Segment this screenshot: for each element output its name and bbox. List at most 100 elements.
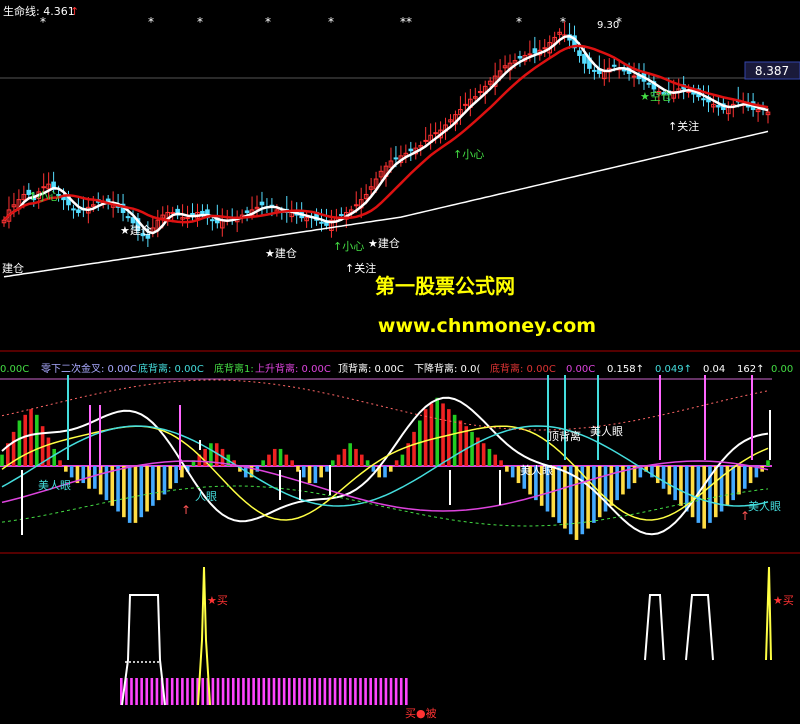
macd-annotation: 美人眼 bbox=[590, 425, 623, 438]
macd-bar bbox=[365, 460, 370, 466]
macd-legend-item: 162↑ bbox=[737, 364, 764, 375]
signal-bar bbox=[333, 678, 337, 705]
candle-body bbox=[41, 186, 46, 189]
signal-bar bbox=[221, 678, 225, 705]
macd-bar bbox=[667, 466, 672, 495]
signal-bar bbox=[170, 678, 174, 705]
signal-bar bbox=[277, 678, 281, 705]
signal-bar bbox=[231, 678, 235, 705]
signal-bar bbox=[389, 678, 393, 705]
signal-bar bbox=[349, 678, 352, 705]
signal-bar bbox=[257, 678, 261, 705]
signal-bar bbox=[145, 678, 149, 705]
signal-bar bbox=[374, 678, 378, 705]
signal-bar bbox=[354, 678, 357, 705]
signal-bar bbox=[140, 678, 143, 705]
signal-bar bbox=[150, 678, 154, 705]
macd-bar bbox=[272, 448, 277, 466]
macd-bar bbox=[493, 454, 498, 466]
macd-bar bbox=[557, 466, 561, 523]
macd-bar bbox=[586, 466, 590, 529]
macd-bar bbox=[371, 466, 376, 472]
macd-bar bbox=[394, 460, 399, 466]
macd-bar bbox=[499, 460, 503, 466]
signal-bar bbox=[211, 678, 215, 705]
macd-bar bbox=[447, 409, 451, 466]
signal-step-line bbox=[644, 594, 665, 661]
macd-bar bbox=[400, 454, 405, 466]
macd-bar bbox=[325, 466, 329, 472]
candle-body bbox=[259, 201, 265, 206]
candle-body bbox=[339, 214, 344, 217]
candle-body bbox=[716, 104, 721, 108]
candle-body bbox=[244, 210, 250, 213]
macd-bar bbox=[766, 460, 770, 466]
macd-bar bbox=[615, 466, 619, 501]
signal-bar bbox=[175, 678, 179, 705]
candle-body bbox=[408, 148, 414, 152]
star-mark: * bbox=[328, 15, 334, 29]
signal-lines bbox=[121, 566, 772, 706]
candle-body bbox=[582, 53, 587, 64]
macd-legend-item: 下降背离: 0.0( bbox=[414, 362, 480, 375]
signal-bar bbox=[165, 678, 169, 705]
signal-bar bbox=[318, 678, 322, 705]
macd-bar bbox=[487, 448, 492, 466]
macd-bar bbox=[359, 454, 364, 466]
stock-chart: 建仓↑小心★建仓★建仓↑关注★建仓↑小心↑小心★空仓↑关注 ↑ ↑ 美人眼美人眼顶… bbox=[0, 4, 800, 720]
star-mark: * bbox=[197, 15, 203, 29]
macd-legend-item: 0.158↑ bbox=[607, 364, 644, 375]
macd-bar bbox=[29, 409, 33, 466]
macd-bar bbox=[52, 448, 57, 466]
indicator-label: 生命线: 4.361 bbox=[3, 4, 75, 18]
price-annotation: ↑关注 bbox=[668, 119, 699, 133]
star-mark: * bbox=[265, 15, 271, 29]
signal-bar bbox=[181, 678, 184, 705]
macd-bar bbox=[46, 437, 51, 466]
signal-bar bbox=[343, 678, 347, 705]
macd-bar bbox=[98, 466, 103, 495]
macd-legend-item: 顶背离: 0.00C bbox=[338, 362, 404, 375]
macd-bar bbox=[174, 466, 178, 484]
candle-body bbox=[592, 69, 597, 72]
macd-annotation: 美人眼 bbox=[38, 479, 71, 492]
macd-histogram bbox=[0, 397, 770, 540]
candle-body bbox=[185, 217, 190, 220]
candle-body bbox=[646, 82, 652, 85]
macd-bar bbox=[93, 466, 97, 489]
macd-bar bbox=[435, 397, 440, 466]
chart-stage: 建仓 ↑小心 ★建仓 ★建仓 ↑关注 ★建仓 ↑小心 ↑小心 ★空仓 ↑关注 ↑ ↑ 美人眼 美人眼顶… bbox=[0, 0, 800, 720]
macd-bar bbox=[0, 454, 4, 466]
macd-legend-item: 底背离1: bbox=[214, 362, 254, 375]
macd-bar bbox=[104, 466, 109, 501]
signal-bar bbox=[364, 678, 367, 705]
macd-legend: 0.00C 零下二次金叉: 0.00C 底背离: 0.00C 底背离1: 上升背离: 0… bbox=[0, 362, 793, 375]
price-annotations: 建仓 ↑小心 ★建仓 ★建仓 ↑关注 ★建仓 ↑小心 ↑小心 ★空仓 ↑关注 bbox=[2, 89, 699, 275]
signal-bar bbox=[379, 678, 383, 705]
macd-bar bbox=[307, 466, 312, 484]
signal-step-line bbox=[121, 594, 166, 706]
macd-bar bbox=[116, 466, 120, 512]
macd-bar bbox=[261, 460, 265, 466]
macd-bar bbox=[151, 466, 155, 506]
signal-bar bbox=[287, 678, 291, 705]
price-annotation: ↑小心 bbox=[28, 190, 59, 203]
signal-bar bbox=[298, 678, 301, 705]
candle-body bbox=[393, 157, 399, 160]
macd-bar bbox=[301, 466, 306, 478]
signal-bar bbox=[135, 678, 138, 705]
signal-bar bbox=[272, 678, 276, 705]
macd-bar bbox=[69, 466, 74, 478]
macd-up-arrow-icon: ↑ bbox=[181, 503, 191, 517]
signal-bar bbox=[338, 678, 342, 705]
macd-annotation: 美人眼 bbox=[748, 500, 781, 513]
macd-bar bbox=[690, 466, 695, 518]
macd-bar bbox=[348, 443, 352, 466]
signal-bar bbox=[201, 678, 205, 705]
macd-bar bbox=[748, 466, 753, 484]
macd-bar bbox=[145, 466, 149, 512]
macd-bar bbox=[127, 466, 132, 523]
signal-bar bbox=[293, 678, 296, 705]
signal-annotation: ★买 bbox=[773, 594, 794, 607]
candle-body bbox=[433, 132, 438, 135]
